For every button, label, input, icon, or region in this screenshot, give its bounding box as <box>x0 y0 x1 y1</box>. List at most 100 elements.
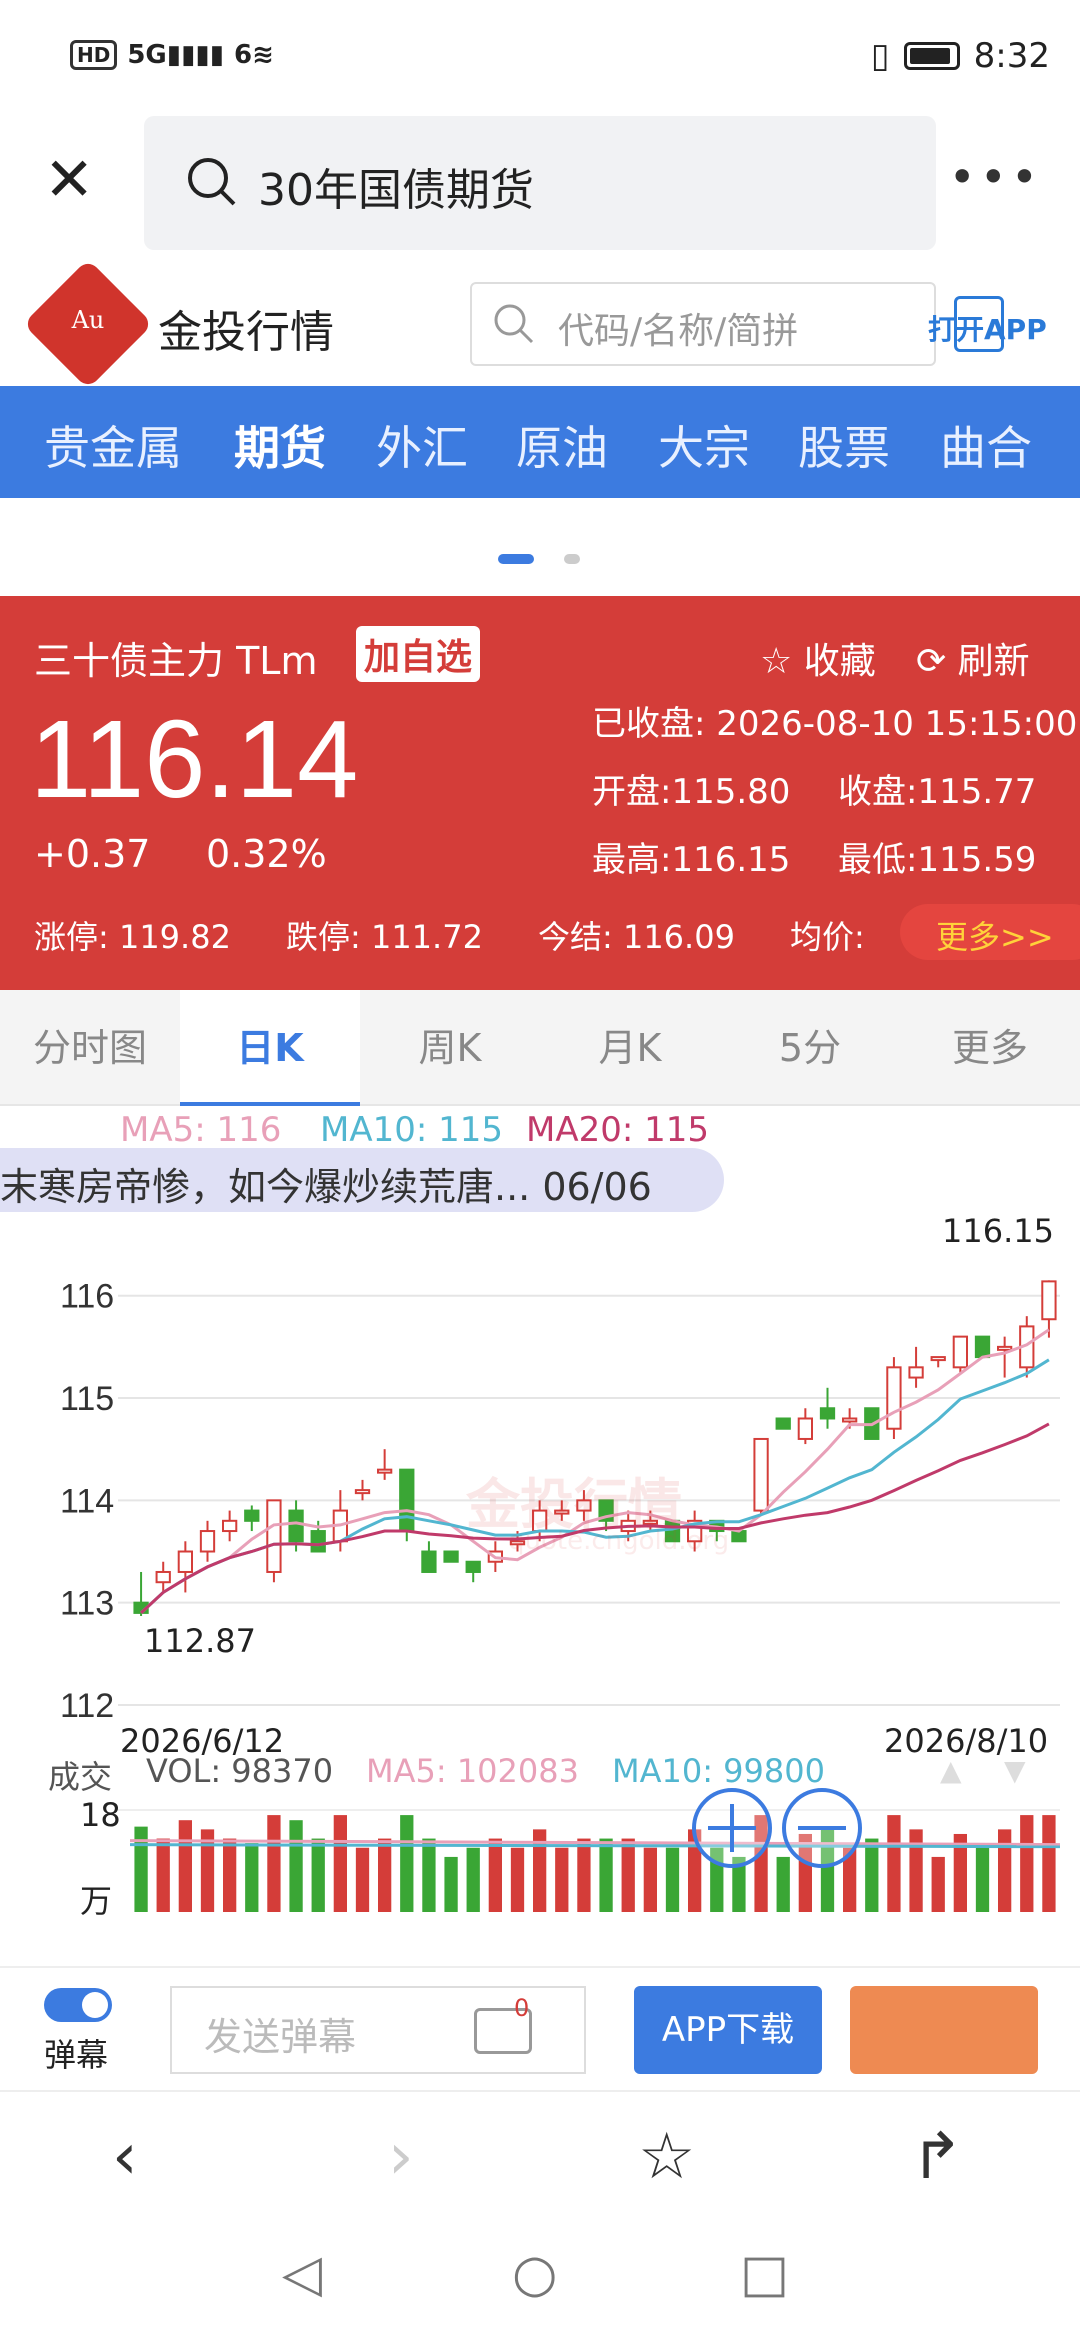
y-tick-label: 116 <box>60 1278 114 1316</box>
site-search-placeholder: 代码/名称/简拼 <box>558 311 799 352</box>
tab-intraday[interactable]: 分时图 <box>0 990 180 1106</box>
volume-bar <box>621 1838 635 1912</box>
volume-bar <box>488 1838 502 1912</box>
ma5-label: MA5: 116 <box>120 1110 282 1150</box>
y-tick-label: 115 <box>60 1380 114 1418</box>
volume-bar <box>245 1843 259 1912</box>
nav-item-active[interactable]: 期货 <box>234 412 326 478</box>
volume-bar <box>267 1815 281 1912</box>
limit-down: 跌停: 111.72 <box>286 918 483 956</box>
tab-5min[interactable]: 5分 <box>720 990 900 1106</box>
volume-bar <box>975 1847 990 1912</box>
app-download-button[interactable]: APP下载 <box>634 1986 822 2074</box>
refresh-button[interactable]: ⟳ 刷新 <box>916 632 1030 684</box>
volume-bar <box>400 1815 414 1912</box>
candle-body <box>753 1437 769 1512</box>
volume-bar <box>909 1829 923 1912</box>
limit-up: 涨停: 119.82 <box>34 918 231 956</box>
candle-body <box>244 1509 260 1522</box>
vibrate-icon: ▯ <box>870 36 890 76</box>
add-watchlist-button[interactable]: 加自选 <box>356 626 481 682</box>
candle-body <box>775 1417 791 1430</box>
nav-item[interactable]: 原油 <box>516 412 608 478</box>
price-change: +0.37 <box>34 832 151 876</box>
tab-more[interactable]: 更多 <box>900 990 1080 1106</box>
candle-body <box>952 1335 969 1369</box>
brand-name: 金投行情 <box>158 307 334 358</box>
volume-ma10-line <box>129 1843 1061 1849</box>
volume-bar <box>643 1847 657 1912</box>
share-icon[interactable]: ↱ <box>910 2120 964 2194</box>
avg-price: 均价: <box>790 918 865 956</box>
nav-item[interactable]: 贵金属 <box>44 412 182 478</box>
system-back-icon[interactable]: ◁ <box>282 2244 322 2304</box>
close-icon[interactable]: ✕ <box>44 150 94 210</box>
page-dot <box>564 554 580 564</box>
category-nav: 贵金属 期货 外汇 原油 大宗 股票 曲合 <box>0 386 1080 498</box>
volume-bar <box>311 1838 325 1912</box>
tab-weekly[interactable]: 周K <box>360 990 540 1106</box>
danmaku-bubble: 末寒房帝惨，如今爆炒续荒唐... 06/06 <box>0 1148 724 1212</box>
forward-icon[interactable]: › <box>388 2120 414 2194</box>
volume-bar <box>599 1838 613 1912</box>
search-query[interactable]: 30年国债期货 <box>258 154 534 218</box>
volume-bar <box>510 1847 525 1912</box>
candle-body <box>886 1366 902 1430</box>
page-dot-active <box>498 554 534 564</box>
candle-body <box>354 1489 371 1495</box>
settle-price: 今结: 116.09 <box>538 918 735 956</box>
nav-item[interactable]: 大宗 <box>658 412 750 478</box>
volume-bar <box>931 1856 945 1912</box>
scroll-down-icon[interactable]: ▼ <box>1004 1754 1026 1787</box>
candle-body <box>819 1407 836 1420</box>
favorite-button[interactable]: ☆ 收藏 <box>760 632 876 684</box>
nav-item[interactable]: 股票 <box>798 412 890 478</box>
tab-daily[interactable]: 日K <box>180 990 360 1106</box>
nav-item[interactable]: 外汇 <box>376 412 468 478</box>
volume-bar <box>156 1838 170 1912</box>
candle-body <box>908 1366 924 1379</box>
system-recents-icon[interactable]: □ <box>740 2244 789 2304</box>
system-home-icon[interactable]: ○ <box>512 2244 557 2304</box>
status-bar: HD 5G▮▮▮▮ 6≋ ▯ 8:32 <box>0 0 1080 120</box>
close-price: 收盘:115.77 <box>838 772 1037 812</box>
period-tabs: 分时图 日K 周K 月K 5分 更多 <box>0 990 1080 1106</box>
contract-name: 三十债主力 TLm <box>34 639 318 683</box>
scroll-up-icon[interactable]: ▲ <box>940 1754 962 1787</box>
low-price: 最低:115.59 <box>838 840 1037 880</box>
candle-body <box>974 1335 991 1359</box>
volume-axis-unit: 万 <box>80 1882 113 1920</box>
volume-bar <box>355 1847 370 1912</box>
status-right: ▯ 8:32 <box>871 36 1050 76</box>
volume-bar <box>378 1838 392 1912</box>
last-price: 116.14 <box>30 698 359 821</box>
message-count: 0 <box>514 1994 530 2022</box>
candle-body <box>155 1570 171 1584</box>
volume-bar <box>422 1838 436 1912</box>
zoom-controls <box>692 1788 862 1868</box>
candle-body <box>465 1560 481 1573</box>
open-app-button[interactable]: 打开APP <box>928 308 1047 348</box>
candle-body <box>797 1417 814 1440</box>
more-button[interactable]: 更多>> <box>900 904 1080 960</box>
more-menu-icon[interactable]: ••• <box>949 150 1042 204</box>
send-danmaku-placeholder: 发送弹幕 <box>204 2015 357 2059</box>
orange-action-button[interactable] <box>850 1986 1038 2074</box>
wifi-icon: 6≋ <box>234 40 274 70</box>
star-icon: ☆ <box>760 641 804 682</box>
candle-body <box>377 1468 393 1474</box>
volume-bar <box>665 1847 680 1912</box>
tab-monthly[interactable]: 月K <box>540 990 720 1106</box>
candle-body <box>266 1499 282 1573</box>
volume-bar <box>333 1815 347 1912</box>
bookmark-star-icon[interactable]: ☆ <box>638 2120 695 2194</box>
candle-body <box>310 1530 326 1553</box>
back-icon[interactable]: ‹ <box>112 2120 138 2194</box>
y-tick-label: 112 <box>60 1687 114 1725</box>
open-price: 开盘:115.80 <box>592 772 791 812</box>
volume-bar <box>998 1829 1012 1912</box>
nav-item[interactable]: 曲合 <box>940 412 1032 478</box>
volume-bar <box>444 1856 458 1912</box>
volume-ma10: MA10: 99800 <box>612 1752 825 1790</box>
danmaku-toggle[interactable] <box>44 1988 112 2022</box>
